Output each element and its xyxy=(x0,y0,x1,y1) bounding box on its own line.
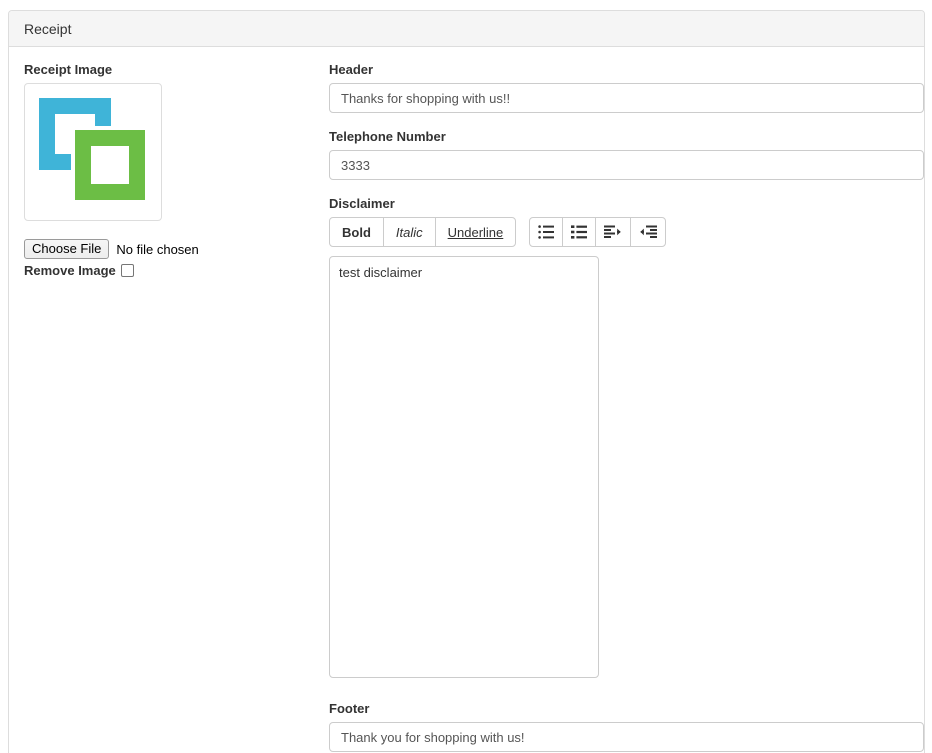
outdent-button[interactable] xyxy=(630,217,667,247)
ordered-list-button[interactable] xyxy=(562,217,597,247)
disclaimer-textarea[interactable] xyxy=(329,256,599,678)
remove-image-label: Remove Image xyxy=(24,263,116,278)
footer-input[interactable] xyxy=(329,722,924,752)
underline-button[interactable]: Underline xyxy=(434,217,517,247)
remove-image-row: Remove Image xyxy=(24,263,319,278)
two-overlapping-squares-logo-icon xyxy=(39,98,149,204)
telephone-input[interactable] xyxy=(329,150,924,180)
receipt-image-label: Receipt Image xyxy=(24,62,113,77)
outdent-icon xyxy=(640,225,658,238)
remove-image-checkbox[interactable] xyxy=(120,264,134,277)
panel-body: Receipt Image Choose File No file chosen xyxy=(9,47,924,753)
telephone-label: Telephone Number xyxy=(329,129,446,144)
list-button-group xyxy=(529,217,667,247)
receipt-panel: Receipt Receipt Image Choose File No fil… xyxy=(8,10,925,753)
text-style-button-group: Bold Italic Underline xyxy=(329,217,517,247)
form-row: Receipt Image Choose File No file chosen xyxy=(24,62,924,752)
indent-button[interactable] xyxy=(595,217,632,247)
header-field-group: Header xyxy=(329,62,924,113)
unordered-list-icon xyxy=(538,225,555,239)
telephone-field-group: Telephone Number xyxy=(329,129,924,180)
receipt-image-column: Receipt Image Choose File No file chosen xyxy=(24,62,329,278)
receipt-settings-page: Receipt Receipt Image Choose File No fil… xyxy=(0,0,932,753)
footer-field-group: Footer xyxy=(329,701,924,752)
indent-icon xyxy=(604,225,621,238)
ordered-list-icon xyxy=(571,225,588,239)
choose-file-button[interactable]: Choose File xyxy=(24,239,110,259)
italic-button[interactable]: Italic xyxy=(382,217,436,247)
footer-label: Footer xyxy=(329,701,370,716)
header-label: Header xyxy=(329,62,374,77)
file-status-text: No file chosen xyxy=(116,241,199,257)
receipt-image-file-input[interactable]: Choose File No file chosen xyxy=(24,239,319,259)
unordered-list-button[interactable] xyxy=(529,217,564,247)
header-input[interactable] xyxy=(329,83,924,113)
disclaimer-label: Disclaimer xyxy=(329,196,395,211)
receipt-fields-column: Header Telephone Number Disclaimer B xyxy=(329,62,924,752)
panel-header: Receipt xyxy=(9,11,924,47)
page-title: Receipt xyxy=(24,20,72,37)
receipt-image-thumbnail xyxy=(24,83,162,221)
disclaimer-field-group: Disclaimer Bold Italic Underline xyxy=(329,196,924,683)
disclaimer-editor-toolbar: Bold Italic Underline xyxy=(329,217,924,247)
bold-button[interactable]: Bold xyxy=(329,217,384,247)
